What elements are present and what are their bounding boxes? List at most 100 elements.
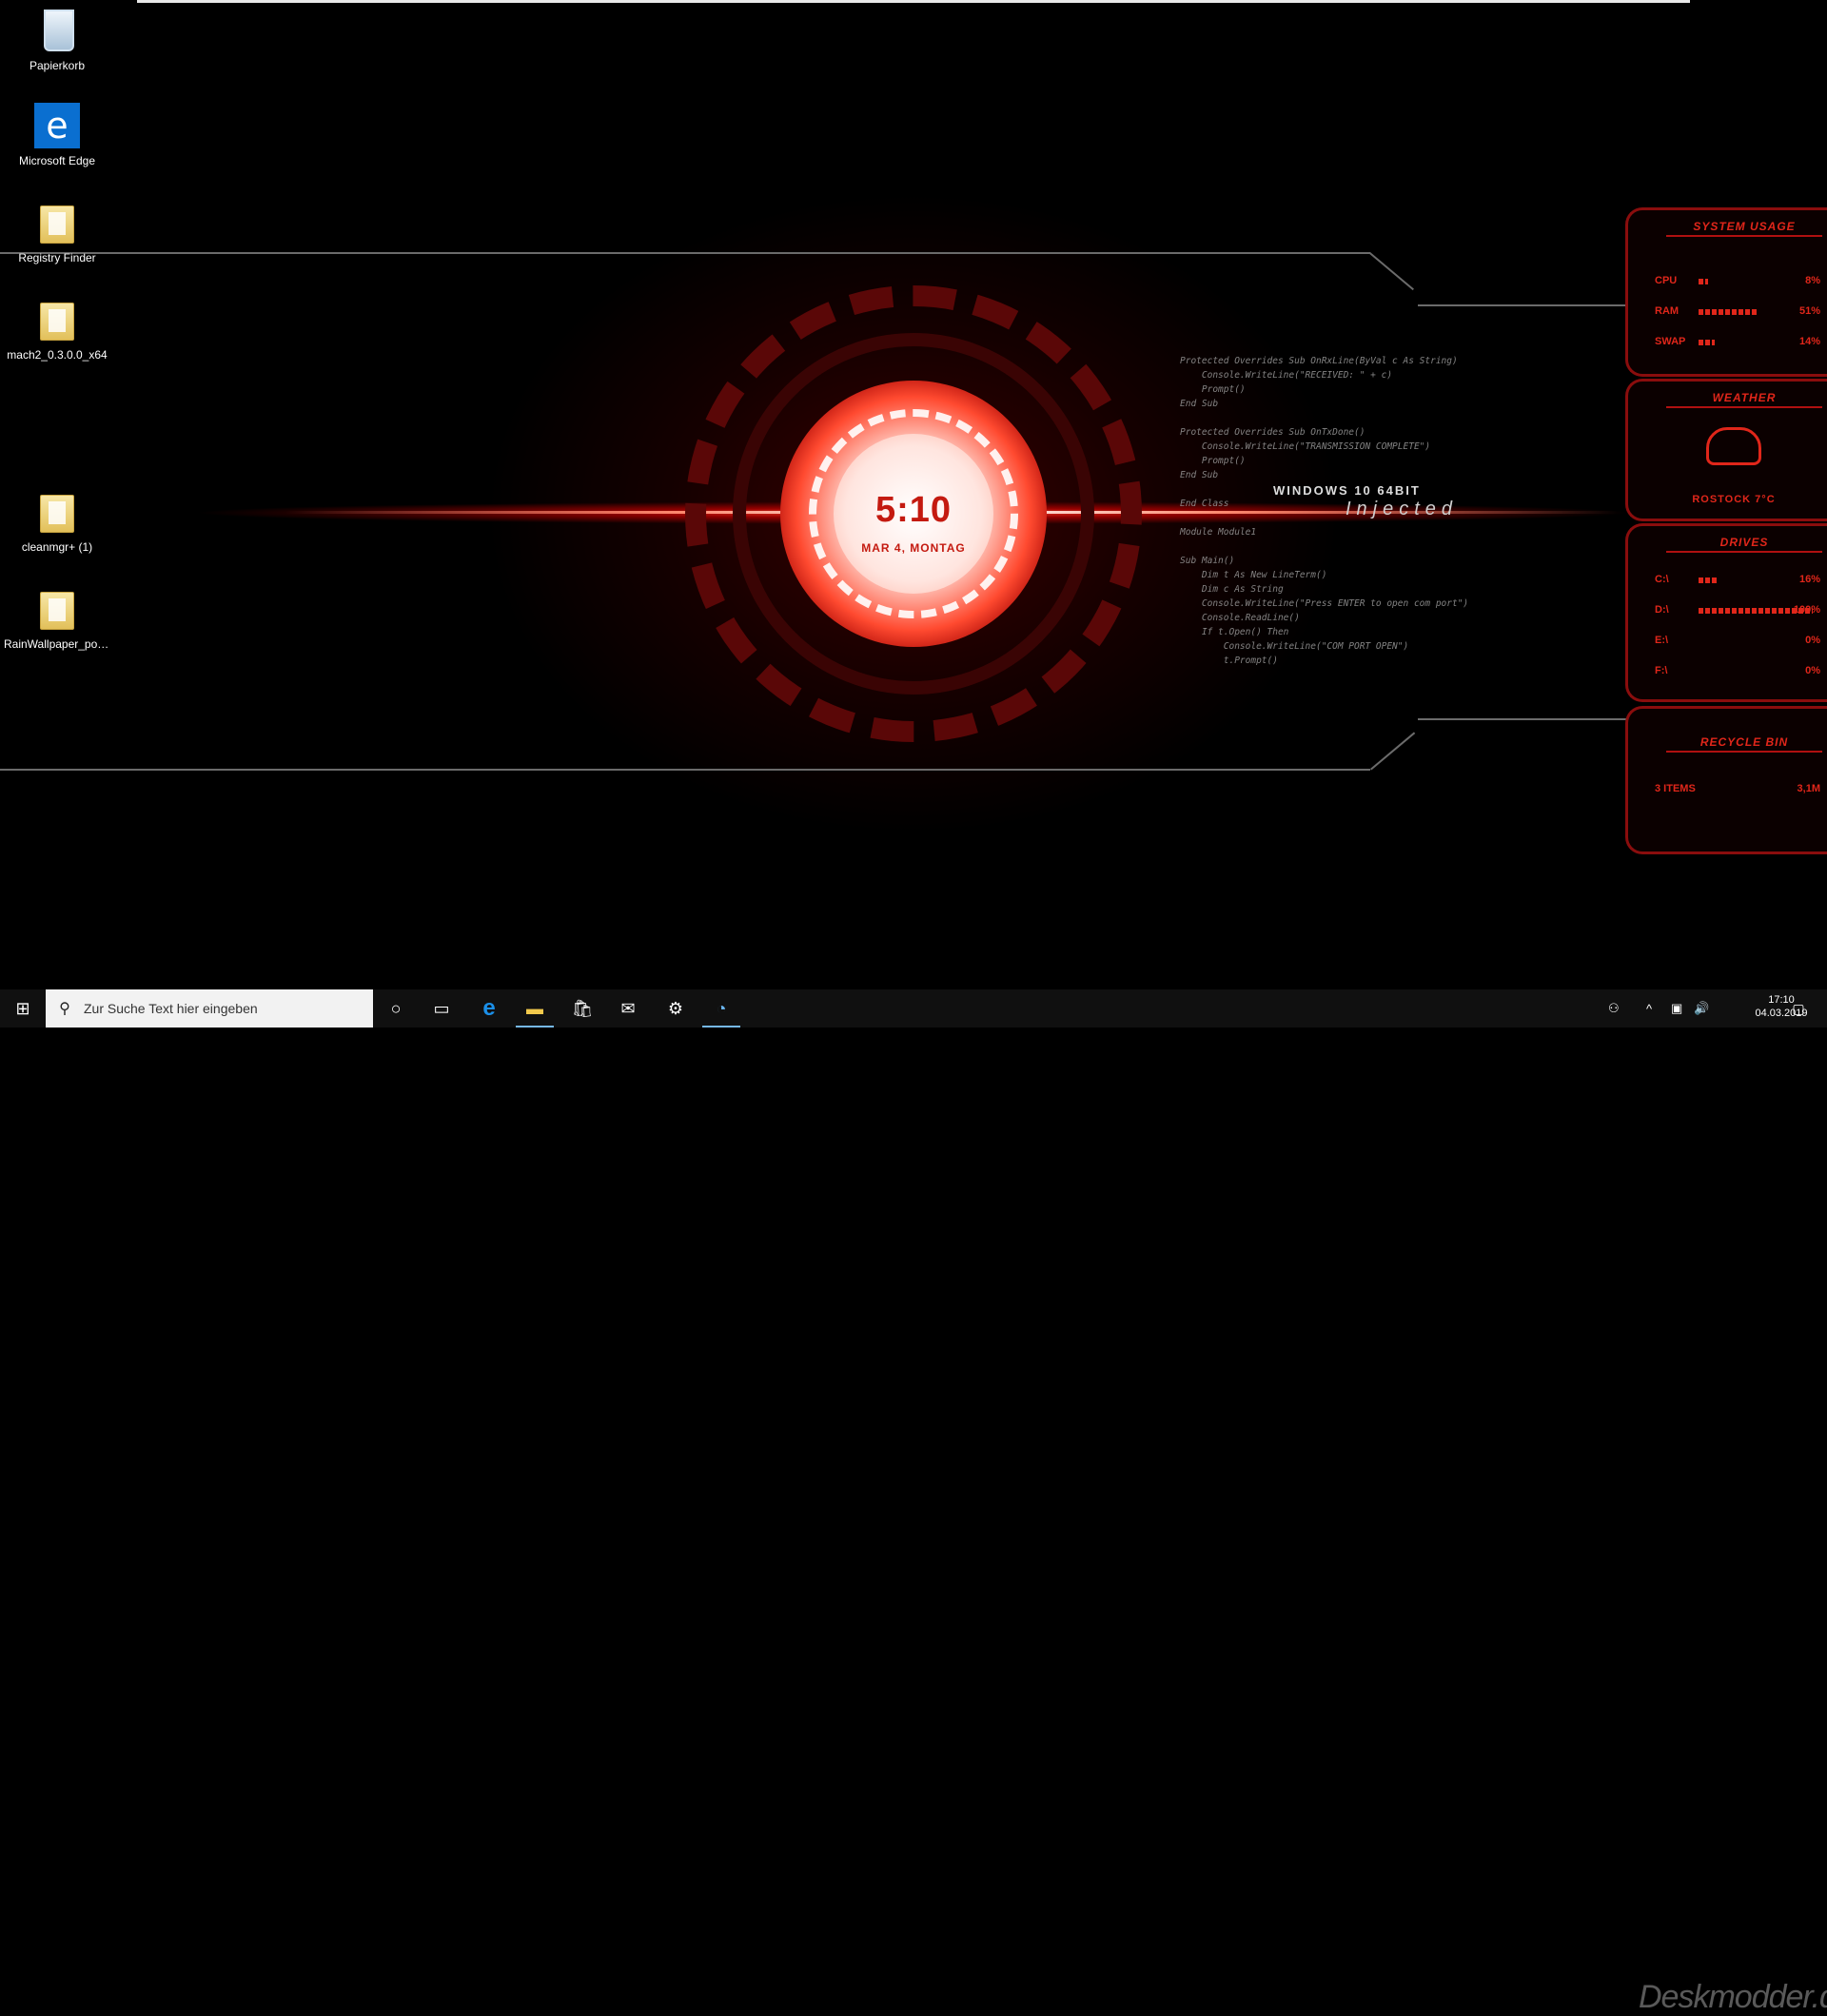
desktop-icon-registry-finder[interactable]: Registry Finder	[4, 200, 110, 264]
weather-location: ROSTOCK 7°C	[1692, 494, 1776, 505]
row-value: 100%	[1793, 604, 1820, 616]
clock-time: 5:10	[874, 490, 953, 530]
panel-title: WEATHER	[1666, 391, 1822, 408]
panel-title: RECYCLE BIN	[1666, 735, 1822, 753]
cloud-icon	[1706, 427, 1761, 465]
drive-c-row: C:\ 16%	[1655, 574, 1820, 587]
drive-f-row: F:\ 0%	[1655, 665, 1820, 678]
row-label: E:\	[1655, 635, 1669, 646]
wallpaper-line	[1418, 718, 1627, 720]
drive-c-bar	[1699, 577, 1717, 583]
desktop-icon-edge[interactable]: e Microsoft Edge	[4, 103, 110, 167]
taskbar-mail[interactable]: ✉	[605, 989, 651, 1028]
row-value: 8%	[1805, 275, 1820, 286]
people-button[interactable]: ⚇	[1608, 989, 1620, 1028]
desktop-icon-cleanmgr[interactable]: cleanmgr+ (1)	[4, 489, 110, 554]
code-line: End Sub	[1180, 399, 1219, 409]
wallpaper-line	[1418, 304, 1627, 306]
ram-bar	[1699, 309, 1757, 315]
code-line: t.Prompt()	[1180, 656, 1278, 666]
mail-icon: ✉	[620, 998, 636, 1018]
folder-icon	[34, 297, 80, 343]
swap-row: SWAP 14%	[1655, 336, 1820, 349]
row-value: 16%	[1798, 574, 1820, 585]
swap-bar	[1699, 340, 1715, 345]
taskbar-edge[interactable]: e	[466, 989, 512, 1028]
drives-panel[interactable]: DRIVES C:\ 16% D:\ 100% E:\ 0% F:\ 0%	[1625, 523, 1827, 702]
taskbar: ⊞ ⚲ Zur Suche Text hier eingeben ○ ▭ e ▬…	[0, 989, 1827, 2015]
desktop-icon-label: Papierkorb	[29, 59, 86, 72]
chevron-up-icon: ^	[1646, 1001, 1653, 1016]
row-value: 0%	[1805, 665, 1820, 676]
desktop-icon-rainwallpaper[interactable]: RainWallpaper_port...	[4, 586, 110, 651]
search-icon: ⚲	[59, 1001, 70, 1017]
desktop-icon-recycle-bin[interactable]: Papierkorb	[4, 8, 110, 72]
wallpaper-line	[1368, 252, 1414, 291]
tagline: Injected	[1346, 499, 1459, 519]
code-line: Protected Overrides Sub OnTxDone()	[1180, 427, 1365, 438]
row-label: D:\	[1655, 604, 1669, 616]
code-line: Console.WriteLine("RECEIVED: " + c)	[1180, 370, 1393, 381]
taskbar-file-explorer[interactable]: ▬	[512, 989, 558, 1028]
recycle-bin-icon	[34, 8, 80, 53]
code-line: Console.WriteLine("Press ENTER to open c…	[1180, 598, 1469, 609]
panel-title: DRIVES	[1666, 536, 1822, 553]
network-button[interactable]: ▣	[1671, 989, 1682, 1028]
recycle-bin-panel[interactable]: RECYCLE BIN 3 ITEMS 3,1M	[1625, 706, 1827, 854]
code-line: Console.WriteLine("TRANSMISSION COMPLETE…	[1180, 441, 1431, 452]
row-label: C:\	[1655, 574, 1669, 585]
row-label: RAM	[1655, 305, 1680, 317]
folder-icon	[34, 200, 80, 245]
taskbar-settings[interactable]: ⚙	[653, 989, 698, 1028]
store-icon: 🛍	[571, 998, 594, 1018]
row-value: 0%	[1805, 635, 1820, 646]
desktop-icon-label: mach2_0.3.0.0_x64	[7, 348, 108, 362]
code-line: Dim t As New LineTerm()	[1180, 570, 1327, 580]
panel-title: SYSTEM USAGE	[1666, 220, 1822, 237]
start-button[interactable]: ⊞	[0, 989, 46, 1028]
gear-icon: ⚙	[667, 998, 684, 1018]
desktop-icon-label: RainWallpaper_port...	[4, 637, 110, 651]
task-view-button[interactable]: ▭	[419, 989, 464, 1028]
taskbar-rainmeter[interactable]: ◔	[698, 989, 744, 1028]
notification-icon: ▢	[1792, 1000, 1805, 1016]
tray-overflow-button[interactable]: ^	[1646, 989, 1652, 1028]
wallpaper-line	[0, 769, 1370, 771]
desktop: 5:10 MAR 4, MONTAG Protected Overrides S…	[0, 0, 1827, 989]
desktop-icon-label: Registry Finder	[18, 251, 96, 264]
recycle-bin-size: 3,1M	[1797, 783, 1820, 794]
recycle-bin-row: 3 ITEMS 3,1M	[1655, 783, 1820, 796]
code-line: Console.WriteLine("COM PORT OPEN")	[1180, 641, 1409, 652]
code-line: End Sub	[1180, 470, 1219, 480]
search-box[interactable]: ⚲ Zur Suche Text hier eingeben	[46, 989, 373, 1028]
system-usage-panel[interactable]: SYSTEM USAGE CPU 8% RAM 51% SWAP 14%	[1625, 207, 1827, 377]
desktop-icon-label: cleanmgr+ (1)	[21, 540, 93, 554]
desktop-icon-mach2[interactable]: mach2_0.3.0.0_x64	[4, 297, 110, 362]
volume-button[interactable]: 🔊	[1694, 989, 1709, 1028]
cortana-button[interactable]: ○	[373, 989, 419, 1028]
volume-icon: 🔊	[1694, 1001, 1710, 1015]
watermark: Deskmodder.de	[1639, 1979, 1827, 2015]
notification-center-button[interactable]: ▢	[1779, 989, 1817, 1028]
clock-date: MAR 4, MONTAG	[861, 541, 966, 555]
code-line: Dim c As String	[1180, 584, 1284, 595]
windows-logo-icon: ⊞	[15, 998, 30, 1018]
os-label: WINDOWS 10 64BIT	[1273, 483, 1421, 498]
edge-icon: e	[34, 103, 80, 148]
people-icon: ⚇	[1608, 1001, 1620, 1015]
network-icon: ▣	[1671, 1001, 1683, 1015]
code-line: Module Module1	[1180, 527, 1257, 538]
weather-panel[interactable]: WEATHER ROSTOCK 7°C	[1625, 379, 1827, 521]
taskbar-store[interactable]: 🛍	[560, 989, 605, 1028]
rainmeter-icon: ◔	[716, 998, 727, 1018]
folder-icon	[34, 489, 80, 535]
desktop-icon-label: Microsoft Edge	[18, 154, 96, 167]
wallpaper-line	[1370, 732, 1416, 771]
task-view-icon: ▭	[433, 998, 450, 1018]
code-line: Prompt()	[1180, 384, 1246, 395]
code-line: If t.Open() Then	[1180, 627, 1289, 637]
code-line: Sub Main()	[1180, 556, 1235, 566]
folder-icon	[34, 586, 80, 632]
wallpaper-line	[0, 252, 1370, 254]
